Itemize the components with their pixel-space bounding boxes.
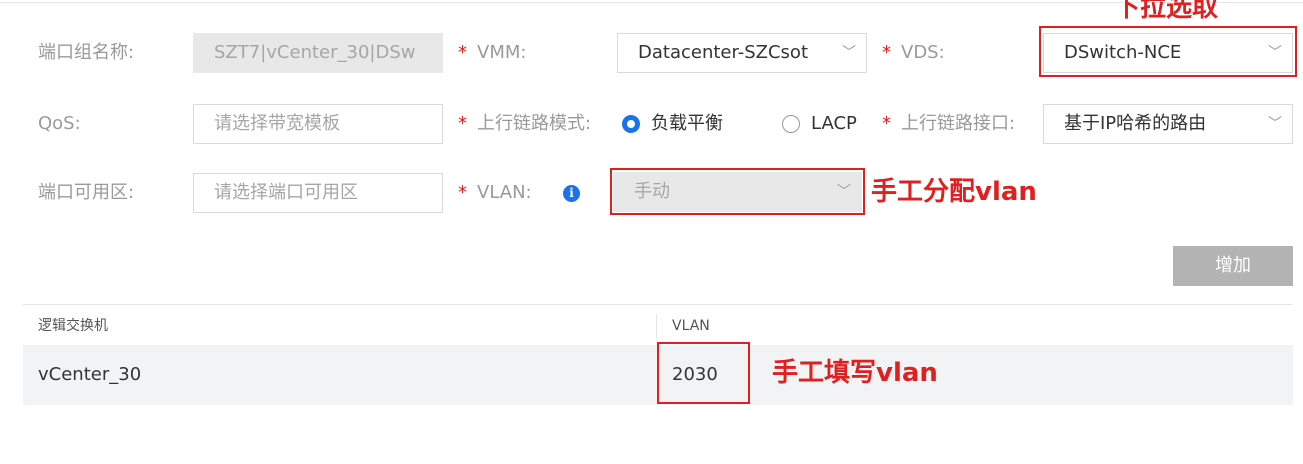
vmm-select[interactable]: Datacenter-SZCsot ﹀ <box>617 33 867 73</box>
chevron-down-icon: ﹀ <box>1268 116 1282 132</box>
top-divider <box>0 2 1303 3</box>
vlan-label: * VLAN: <box>458 173 532 213</box>
uplink-iface-label-text: 上行链路接口: <box>901 113 1016 134</box>
radio-load-balance[interactable]: 负载平衡 <box>622 104 723 144</box>
vmm-label: * VMM: <box>458 33 526 73</box>
uplink-iface-required-mark: * <box>882 113 891 134</box>
add-button[interactable]: 增加 <box>1173 246 1293 286</box>
column-separator <box>656 314 657 338</box>
vds-label: * VDS: <box>882 33 945 73</box>
table-top-divider <box>23 304 1293 305</box>
chevron-down-icon: ﹀ <box>842 45 856 61</box>
vlan-required-mark: * <box>458 182 467 203</box>
vmm-label-text: VMM: <box>477 42 527 63</box>
annotation-manual-fill-vlan: 手工填写vlan <box>772 358 938 388</box>
radio-lacp-label: LACP <box>811 113 857 134</box>
vds-required-mark: * <box>882 42 891 63</box>
port-group-name-label: 端口组名称: <box>38 42 135 63</box>
radio-checked-icon <box>622 115 640 133</box>
radio-load-balance-label: 负载平衡 <box>651 113 723 134</box>
uplink-iface-label: * 上行链路接口: <box>882 104 1015 144</box>
column-header-vlan: VLAN <box>672 318 710 334</box>
column-header-switch: 逻辑交换机 <box>38 318 108 334</box>
qos-select[interactable]: 请选择带宽模板 <box>193 104 443 144</box>
port-group-name-value: SZT7|vCenter_30|DSw <box>214 42 416 63</box>
qos-label: QoS: <box>38 113 81 134</box>
table-cell-switch: vCenter_30 <box>38 364 142 385</box>
uplink-mode-label-text: 上行链路模式: <box>477 113 592 134</box>
uplink-iface-value: 基于IP哈希的路由 <box>1064 113 1207 134</box>
annotation-box-vlan-cell <box>657 342 750 404</box>
uplink-mode-required-mark: * <box>458 113 467 134</box>
port-zone-label: 端口可用区: <box>38 182 135 203</box>
radio-lacp[interactable]: LACP <box>782 104 857 144</box>
qos-placeholder: 请选择带宽模板 <box>214 113 340 134</box>
annotation-box-vds <box>1039 26 1297 77</box>
vlan-label-text: VLAN: <box>477 182 532 203</box>
uplink-mode-label: * 上行链路模式: <box>458 104 591 144</box>
info-icon[interactable]: i <box>563 185 580 202</box>
vds-label-text: VDS: <box>901 42 945 63</box>
port-zone-select[interactable]: 请选择端口可用区 <box>193 173 443 213</box>
vmm-select-value: Datacenter-SZCsot <box>638 42 809 63</box>
port-zone-placeholder: 请选择端口可用区 <box>214 182 358 203</box>
annotation-manual-assign-vlan: 手工分配vlan <box>871 177 1037 207</box>
vmm-required-mark: * <box>458 42 467 63</box>
radio-unchecked-icon <box>782 115 800 133</box>
uplink-iface-select[interactable]: 基于IP哈希的路由 ﹀ <box>1043 104 1293 144</box>
annotation-dropdown-select: 下拉选取 <box>1114 0 1219 23</box>
port-group-name-field: SZT7|vCenter_30|DSw <box>193 33 443 73</box>
annotation-box-vlan-mode <box>610 168 865 215</box>
